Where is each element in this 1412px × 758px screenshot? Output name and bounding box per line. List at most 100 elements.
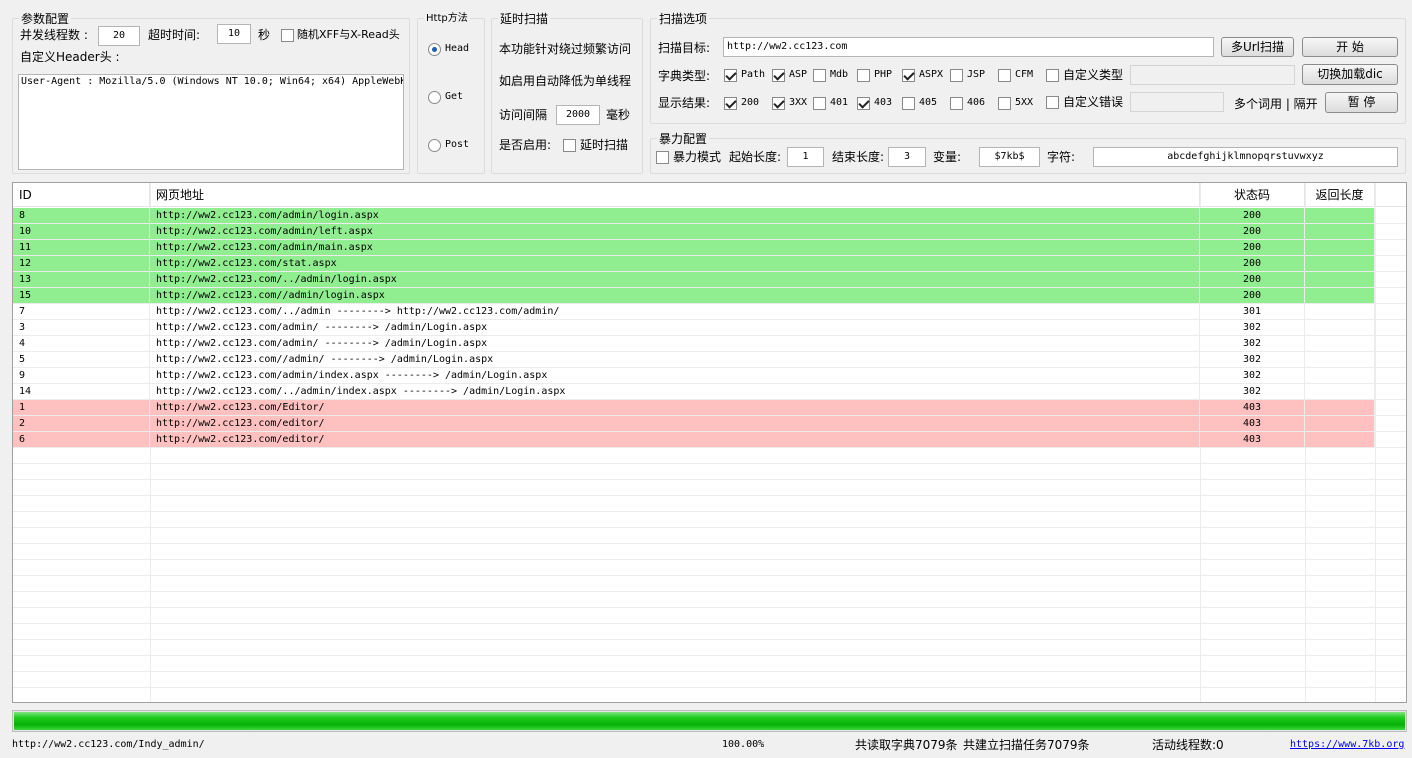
- threads-input[interactable]: 20: [98, 26, 140, 46]
- custom-error-input[interactable]: [1130, 92, 1224, 112]
- result-200-checkbox[interactable]: [724, 97, 737, 110]
- cell-status: 403: [1200, 432, 1305, 447]
- switch-dic-button[interactable]: 切换加载dic: [1302, 64, 1398, 85]
- table-row[interactable]: [13, 608, 1406, 624]
- dict-asp-label: ASP: [789, 69, 808, 80]
- table-row[interactable]: [13, 480, 1406, 496]
- table-row[interactable]: [13, 592, 1406, 608]
- brute-end-len-input[interactable]: 3: [888, 147, 926, 167]
- dict-type-label: 字典类型:: [658, 69, 711, 83]
- table-row[interactable]: [13, 448, 1406, 464]
- status-percent: 100.00%: [722, 739, 765, 750]
- table-row[interactable]: 7 http://ww2.cc123.com/../admin -------->…: [13, 304, 1406, 320]
- column-header-status[interactable]: 状态码: [1200, 183, 1305, 207]
- method-get-radio[interactable]: [428, 91, 441, 104]
- table-row[interactable]: 3 http://ww2.cc123.com/admin/ --------> /…: [13, 320, 1406, 336]
- cell-id: 3: [13, 320, 150, 335]
- method-head-radio[interactable]: [428, 43, 441, 56]
- target-input[interactable]: http://ww2.cc123.com: [723, 37, 1214, 57]
- result-406-label: 406: [967, 97, 986, 108]
- brute-mode-label: 暴力模式: [673, 150, 722, 164]
- cell-length: [1305, 256, 1375, 271]
- cell-status: 403: [1200, 416, 1305, 431]
- table-row[interactable]: 12 http://ww2.cc123.com/stat.aspx 200: [13, 256, 1406, 272]
- table-row[interactable]: 4 http://ww2.cc123.com/admin/ --------> /…: [13, 336, 1406, 352]
- result-405-checkbox[interactable]: [902, 97, 915, 110]
- brute-start-len-label: 起始长度:: [729, 150, 782, 164]
- delay-enable-check-label: 延时扫描: [580, 138, 629, 152]
- table-row[interactable]: 6 http://ww2.cc123.com/editor/403: [13, 432, 1406, 448]
- results-table[interactable]: ID 网页地址 状态码 返回长度 8 http://ww2.cc123.com/a…: [12, 182, 1407, 703]
- delay-enable-label: 是否启用:: [499, 138, 552, 152]
- cell-url: http://ww2.cc123.com/stat.aspx: [150, 256, 1200, 271]
- table-row[interactable]: 13 http://ww2.cc123.com/../admin/login.as…: [13, 272, 1406, 288]
- pause-button[interactable]: 暂 停: [1325, 92, 1398, 113]
- column-header-id[interactable]: ID: [13, 183, 150, 207]
- dict-cfm-label: CFM: [1015, 69, 1034, 80]
- dict-asp-checkbox[interactable]: [772, 69, 785, 82]
- header-text: User-Agent : Mozilla/5.0 (Windows NT 10.…: [21, 76, 404, 87]
- column-header-url[interactable]: 网页地址: [150, 183, 1200, 207]
- table-row[interactable]: 9 http://ww2.cc123.com/admin/index.aspx -…: [13, 368, 1406, 384]
- method-get-label: Get: [445, 91, 464, 102]
- cell-url: http://ww2.cc123.com/../admin/login.aspx: [150, 272, 1200, 287]
- dict-php-checkbox[interactable]: [857, 69, 870, 82]
- timeout-input[interactable]: 10: [217, 24, 251, 44]
- table-row[interactable]: [13, 512, 1406, 528]
- table-row[interactable]: 14 http://ww2.cc123.com/../admin/index.as…: [13, 384, 1406, 400]
- table-row[interactable]: [13, 544, 1406, 560]
- table-row[interactable]: [13, 560, 1406, 576]
- result-403-checkbox[interactable]: [857, 97, 870, 110]
- cell-url: http://ww2.cc123.com/admin/main.aspx: [150, 240, 1200, 255]
- table-row[interactable]: [13, 624, 1406, 640]
- dict-aspx-checkbox[interactable]: [902, 69, 915, 82]
- table-row[interactable]: 5 http://ww2.cc123.com//admin/ --------> …: [13, 352, 1406, 368]
- result-5xx-checkbox[interactable]: [998, 97, 1011, 110]
- brute-mode-checkbox[interactable]: [656, 151, 669, 164]
- cell-length: [1305, 304, 1375, 319]
- table-row[interactable]: [13, 496, 1406, 512]
- brute-start-len-input[interactable]: 1: [787, 147, 824, 167]
- delay-interval-input[interactable]: 2000: [556, 105, 600, 125]
- cell-length: [1305, 384, 1375, 399]
- header-textarea[interactable]: User-Agent : Mozilla/5.0 (Windows NT 10.…: [18, 74, 404, 170]
- dict-jsp-checkbox[interactable]: [950, 69, 963, 82]
- result-405-label: 405: [919, 97, 938, 108]
- table-row[interactable]: [13, 656, 1406, 672]
- status-current-url: http://ww2.cc123.com/Indy_admin/: [12, 739, 205, 750]
- brute-chars-input[interactable]: abcdefghijklmnopqrstuvwxyz: [1093, 147, 1398, 167]
- table-row[interactable]: 8 http://ww2.cc123.com/admin/login.aspx 20…: [13, 208, 1406, 224]
- cell-status: 200: [1200, 208, 1305, 223]
- result-406-checkbox[interactable]: [950, 97, 963, 110]
- cell-length: [1305, 240, 1375, 255]
- custom-error-checkbox[interactable]: [1046, 96, 1059, 109]
- table-row[interactable]: [13, 640, 1406, 656]
- custom-type-input[interactable]: [1130, 65, 1295, 85]
- table-row[interactable]: [13, 576, 1406, 592]
- site-link[interactable]: https://www.7kb.org: [1290, 738, 1404, 752]
- cell-url: http://ww2.cc123.com/admin/ --------> /a…: [150, 320, 1200, 335]
- result-401-checkbox[interactable]: [813, 97, 826, 110]
- dict-mdb-checkbox[interactable]: [813, 69, 826, 82]
- result-3xx-checkbox[interactable]: [772, 97, 785, 110]
- cell-id: 2: [13, 416, 150, 431]
- table-row[interactable]: [13, 672, 1406, 688]
- start-button[interactable]: 开 始: [1302, 37, 1398, 57]
- dict-path-checkbox[interactable]: [724, 69, 737, 82]
- table-row[interactable]: 2 http://ww2.cc123.com/editor/403: [13, 416, 1406, 432]
- multi-url-button[interactable]: 多Url扫描: [1221, 37, 1294, 57]
- dict-cfm-checkbox[interactable]: [998, 69, 1011, 82]
- brute-var-input[interactable]: $7kb$: [979, 147, 1040, 167]
- delay-enable-checkbox[interactable]: [563, 139, 576, 152]
- table-row[interactable]: 11 http://ww2.cc123.com/admin/main.aspx 20…: [13, 240, 1406, 256]
- table-row[interactable]: 15 http://ww2.cc123.com//admin/login.aspx…: [13, 288, 1406, 304]
- method-post-radio[interactable]: [428, 139, 441, 152]
- cell-length: [1305, 432, 1375, 447]
- table-row[interactable]: [13, 464, 1406, 480]
- table-row[interactable]: [13, 528, 1406, 544]
- custom-type-checkbox[interactable]: [1046, 69, 1059, 82]
- column-header-length[interactable]: 返回长度: [1305, 183, 1375, 207]
- random-xff-checkbox[interactable]: [281, 29, 294, 42]
- table-row[interactable]: 10 http://ww2.cc123.com/admin/left.aspx 20…: [13, 224, 1406, 240]
- table-row[interactable]: 1 http://ww2.cc123.com/Editor/403: [13, 400, 1406, 416]
